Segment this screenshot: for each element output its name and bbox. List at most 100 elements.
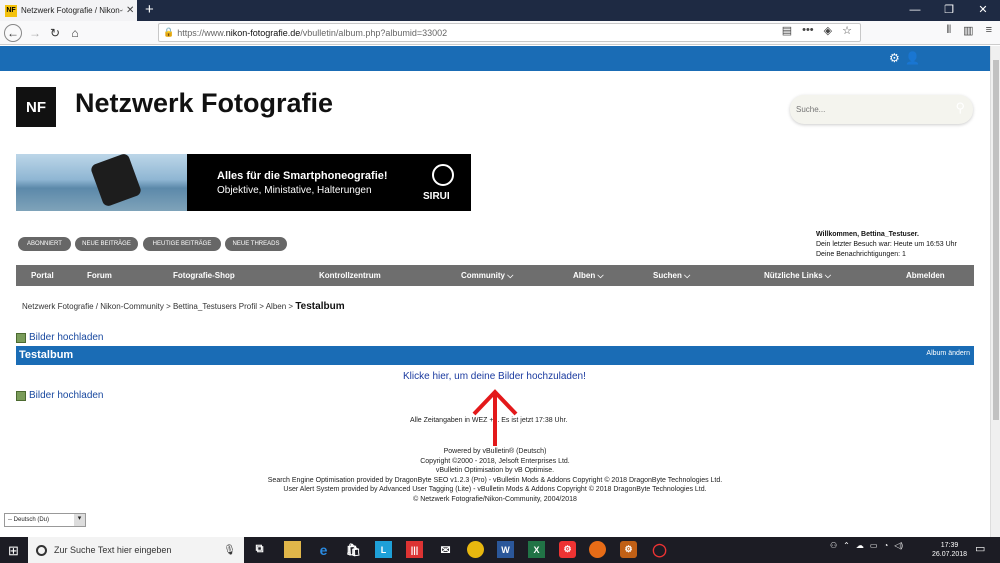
close-tab-icon[interactable]: ✕ (126, 5, 134, 16)
upload-link-top[interactable]: Bilder hochladen (16, 332, 104, 343)
store-icon[interactable]: 🛍 (345, 541, 362, 558)
browser-right-icons: ⫴ ▥ ≡ (947, 24, 992, 37)
address-bar[interactable]: 🔒 https://www.nikon-fotografie.de/vbulle… (158, 23, 861, 42)
firefox-icon[interactable] (589, 541, 606, 558)
excel-icon[interactable]: X (528, 541, 545, 558)
close-window-icon[interactable]: ✕ (966, 0, 1000, 21)
quick-link-new-posts[interactable]: NEUE BEITRÄGE (75, 237, 138, 251)
nav-community[interactable]: Community ⌵ (461, 265, 513, 286)
nav-albums[interactable]: Alben ⌵ (573, 265, 604, 286)
chrome-icon[interactable] (467, 541, 484, 558)
sidebar-icon[interactable]: ▥ (963, 24, 973, 37)
minimize-icon[interactable]: — (898, 0, 932, 21)
brand-logo-icon (432, 164, 454, 186)
browser-toolbar: ← → ↻ ⌂ 🔒 https://www.nikon-fotografie.d… (0, 21, 1000, 45)
windows-start-icon[interactable]: ⊞ (8, 543, 19, 559)
more-actions-icon[interactable]: ••• (802, 24, 814, 37)
nav-portal[interactable]: Portal (31, 265, 54, 286)
ad-banner[interactable]: Alles für die Smartphoneografie! Objekti… (16, 154, 471, 211)
banner-brand: SIRUI (423, 191, 450, 202)
language-select[interactable]: -- Deutsch (Du) ▾ (4, 513, 86, 527)
nav-search[interactable]: Suchen ⌵ (653, 265, 690, 286)
windows-taskbar: ⊞ Zur Suche Text hier eingeben 🎙 ⧉ e 🛍 L… (0, 537, 1000, 563)
menu-icon[interactable]: ≡ (986, 24, 992, 37)
breadcrumb-profile[interactable]: Bettina_Testusers Profil (173, 302, 257, 311)
task-view-icon[interactable]: ⧉ (251, 541, 268, 558)
tray-expand-icon[interactable]: ⌃ (843, 541, 850, 550)
reload-icon[interactable]: ↻ (46, 24, 64, 42)
image-upload-icon (16, 390, 26, 401)
site-search-box[interactable]: ⚲ (790, 95, 973, 124)
nav-control-center[interactable]: Kontrollzentrum (319, 265, 381, 286)
footer: Powered by vBulletin® (Deutsch) Copyrigh… (200, 447, 790, 504)
notifications-icon[interactable]: ▭ (975, 542, 985, 555)
footer-line: © Netzwerk Fotografie/Nikon-Community, 2… (413, 495, 577, 503)
home-icon[interactable]: ⌂ (66, 24, 84, 42)
bookmark-star-icon[interactable]: ☆ (842, 24, 852, 37)
volume-icon[interactable]: ◁) (894, 541, 903, 550)
forward-icon[interactable]: → (26, 24, 44, 42)
quick-link-todays-posts[interactable]: HEUTIGE BEITRÄGE (143, 237, 221, 251)
welcome-box: Willkommen, Bettina_Testuser. Dein letzt… (816, 230, 957, 260)
nav-forum[interactable]: Forum (87, 265, 112, 286)
onedrive-icon[interactable]: ☁ (856, 541, 864, 550)
mail-icon[interactable]: ✉ (437, 541, 454, 558)
browser-tab[interactable]: NF Netzwerk Fotografie / Nikon-C ✕ (0, 0, 137, 21)
taskbar-clock[interactable]: 17:39 26.07.2018 (932, 541, 967, 559)
footer-line: User Alert System provided by Advanced U… (283, 486, 707, 493)
upload-link-bottom[interactable]: Bilder hochladen (16, 390, 104, 401)
nav-shop[interactable]: Fotografie-Shop (173, 265, 235, 286)
network-icon[interactable]: ◔ (883, 541, 888, 550)
quick-link-subscribed[interactable]: ABONNIERT (18, 237, 71, 251)
nav-useful-links[interactable]: Nützliche Links ⌵ (764, 265, 831, 286)
app-security-icon[interactable]: ⚙ (559, 541, 576, 558)
cortana-icon (36, 544, 47, 556)
new-tab-icon[interactable]: + (145, 1, 154, 18)
breadcrumb-albums[interactable]: Alben (266, 302, 286, 311)
url-text: https://www.nikon-fotografie.de/vbulleti… (177, 27, 448, 38)
image-upload-icon (16, 332, 26, 343)
site-search-input[interactable] (796, 105, 946, 114)
reader-view-icon[interactable]: ▤ (782, 24, 792, 37)
pocket-icon[interactable]: ◈ (824, 24, 832, 37)
site-favicon-icon: NF (5, 4, 17, 17)
library-icon[interactable]: ⫴ (947, 24, 952, 37)
chevron-down-icon: ⌵ (824, 271, 831, 280)
app-orange-icon[interactable]: ⚙ (620, 541, 637, 558)
app-o-icon[interactable]: ◯ (651, 541, 668, 558)
quick-link-new-threads[interactable]: NEUE THREADS (225, 237, 287, 251)
notifications-count[interactable]: Deine Benachrichtigungen: 1 (816, 250, 957, 260)
page-scrollbar[interactable] (990, 46, 1000, 537)
app-red-icon[interactable]: ||| (406, 541, 423, 558)
user-icon[interactable]: 👤 (905, 51, 920, 65)
banner-subline: Objektive, Ministative, Halterungen (217, 185, 372, 196)
upload-hint-link[interactable]: Klicke hier, um deine Bilder hochzuladen… (403, 371, 586, 382)
site-title: Netzwerk Fotografie (75, 88, 334, 118)
taskbar-search[interactable]: Zur Suche Text hier eingeben 🎙 (28, 537, 244, 563)
edit-album-link[interactable]: Album ändern (926, 350, 970, 357)
word-icon[interactable]: W (497, 541, 514, 558)
address-bar-actions: ▤ ••• ◈ ☆ (782, 24, 852, 37)
breadcrumb-root[interactable]: Netzwerk Fotografie / Nikon-Community (22, 302, 164, 311)
footer-line: Copyright ©2000 - 2018, Jelsoft Enterpri… (420, 457, 570, 465)
chevron-down-icon: ⌵ (684, 271, 691, 280)
edge-icon[interactable]: e (315, 541, 332, 558)
welcome-greeting: Willkommen, Bettina_Testuser. (816, 231, 919, 238)
banner-headline: Alles für die Smartphoneografie! (217, 170, 388, 182)
search-icon[interactable]: ⚲ (955, 100, 965, 116)
lock-icon: 🔒 (163, 27, 175, 37)
chevron-down-icon: ⌵ (597, 271, 604, 280)
people-icon[interactable]: ⚇ (830, 541, 837, 550)
app-l-icon[interactable]: L (375, 541, 392, 558)
site-logo[interactable]: NF (16, 87, 56, 127)
restore-icon[interactable]: ❐ (932, 0, 966, 21)
settings-gear-icon[interactable]: ⚙ (889, 51, 900, 65)
tab-title: Netzwerk Fotografie / Nikon-C (21, 6, 123, 15)
nav-logout[interactable]: Abmelden (906, 265, 945, 286)
back-icon[interactable]: ← (4, 24, 22, 42)
battery-icon[interactable]: ▭ (870, 541, 878, 550)
file-explorer-icon[interactable] (284, 541, 301, 558)
footer-dark-bar (0, 509, 990, 537)
microphone-icon[interactable]: 🎙 (223, 545, 236, 556)
annotation-arrow-icon (472, 389, 518, 446)
